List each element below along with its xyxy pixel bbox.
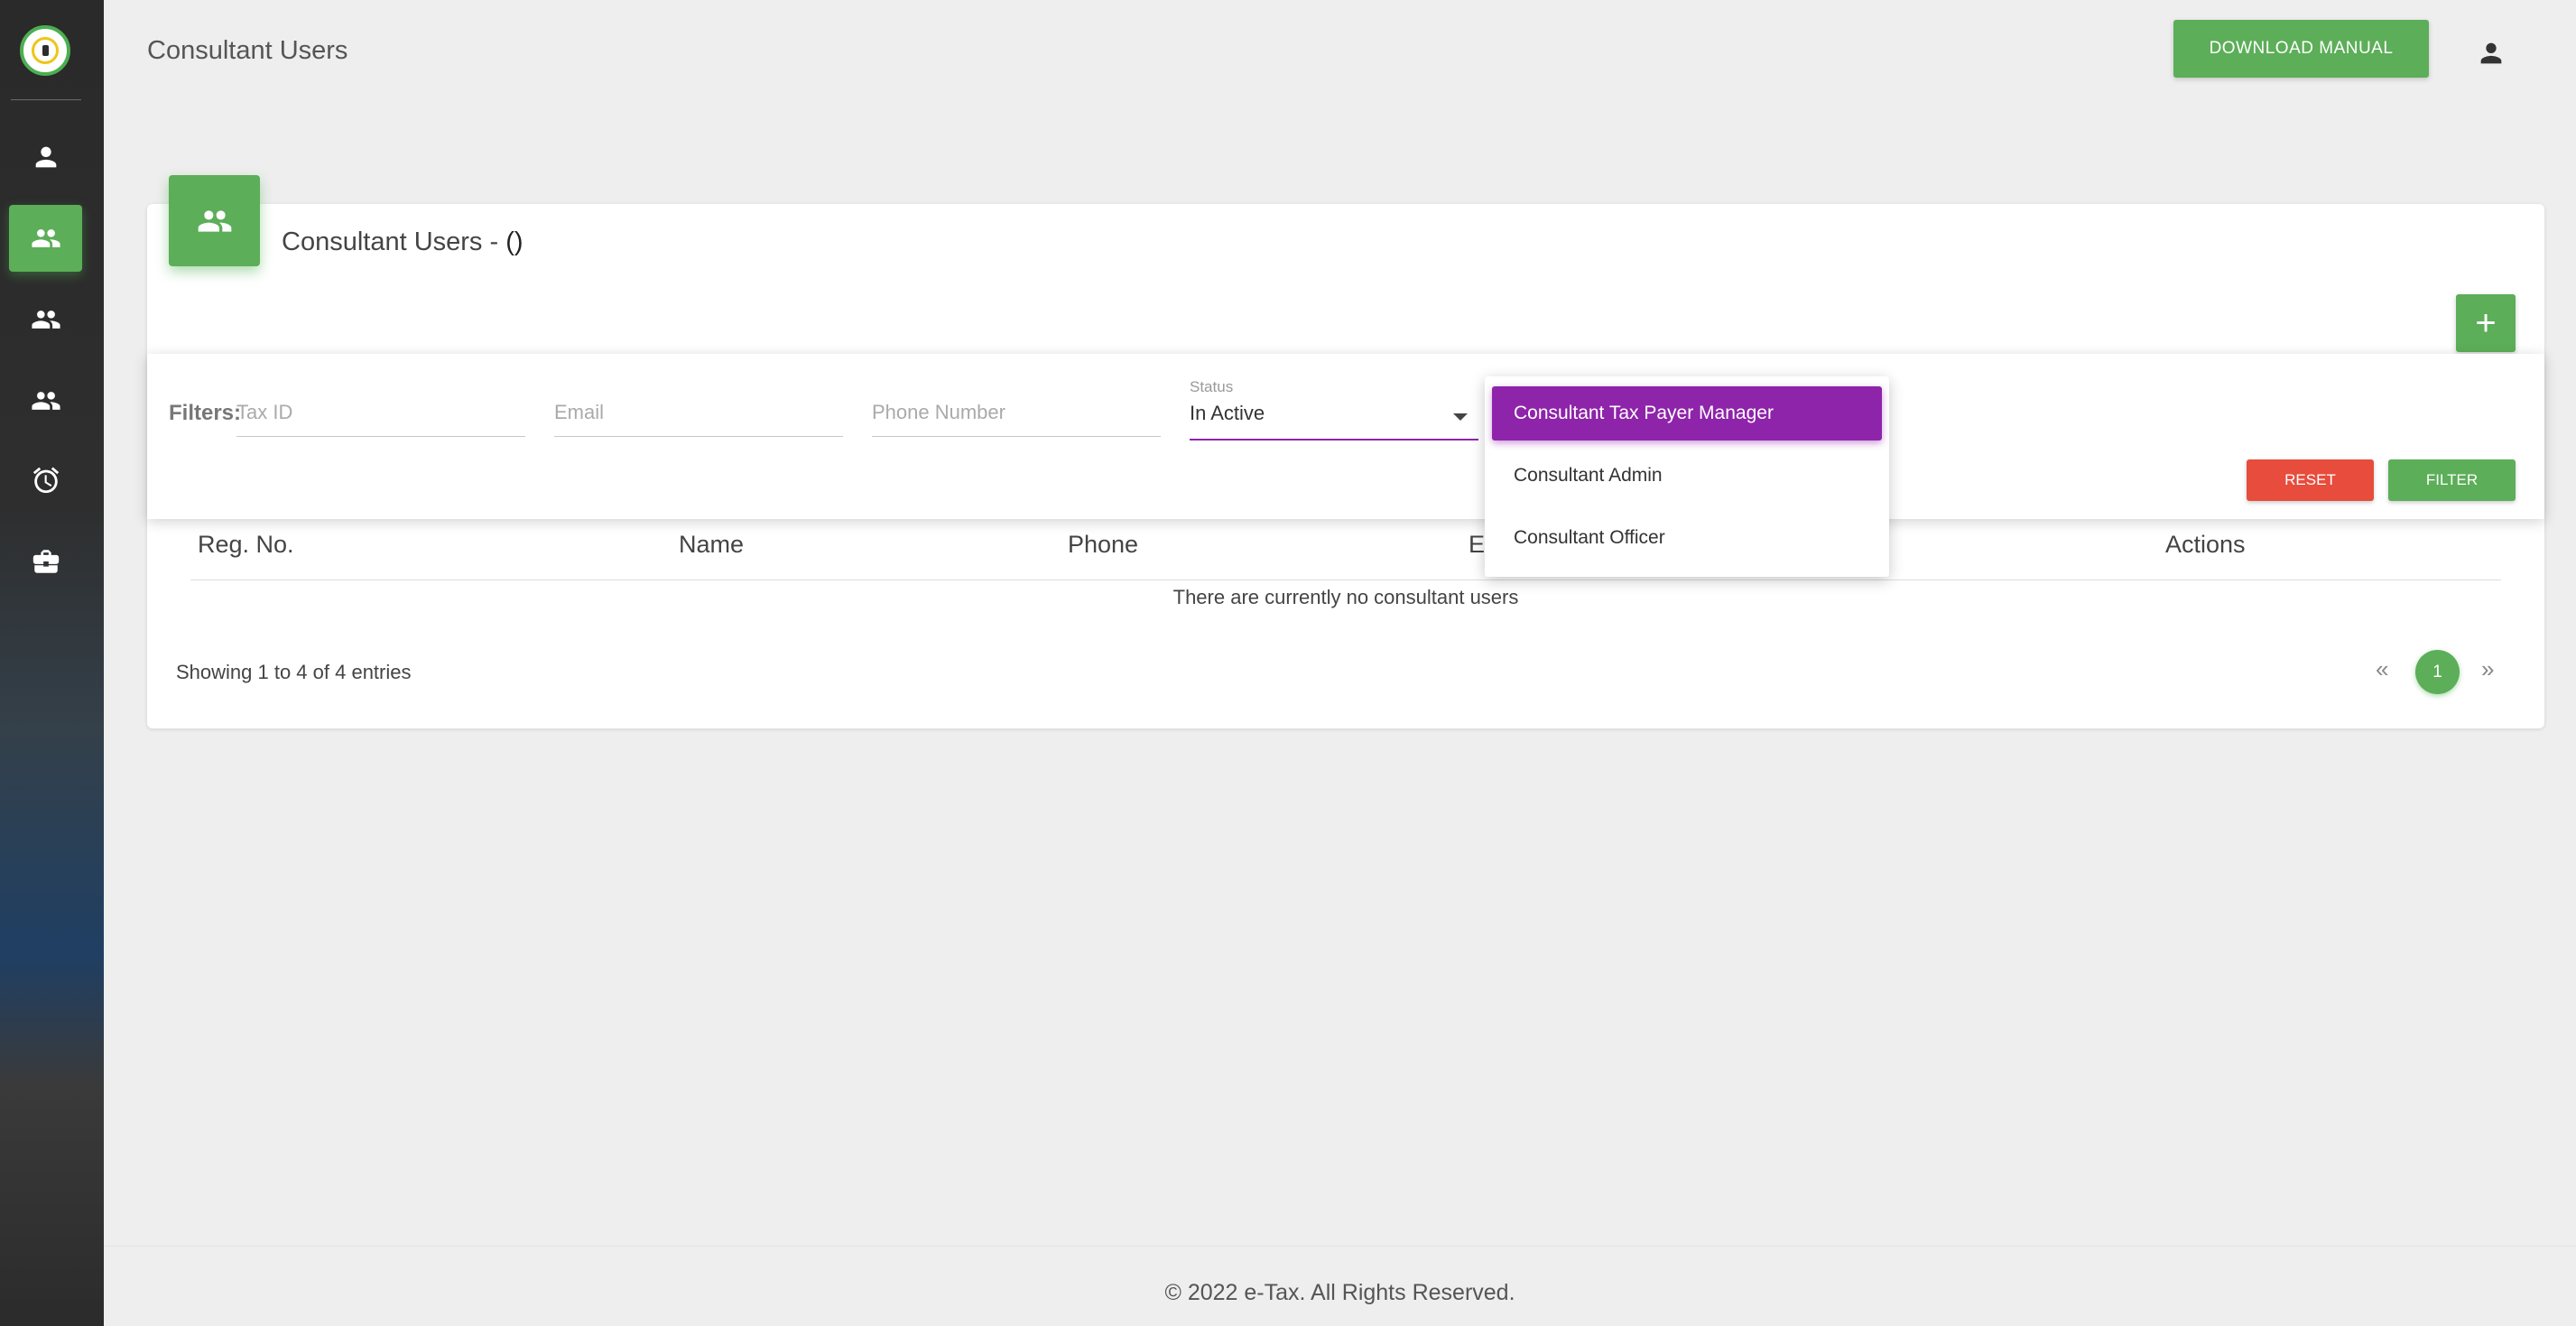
people-icon [31, 392, 60, 410]
dropdown-option-consultant-admin[interactable]: Consultant Admin [1492, 449, 1882, 503]
people-icon [198, 209, 231, 232]
chevron-down-icon[interactable] [1453, 413, 1468, 421]
filter-button[interactable]: FILTER [2388, 459, 2516, 501]
column-header-actions: Actions [2165, 531, 2246, 558]
footer-copyright: © 2022 e-Tax. All Rights Reserved. [1164, 1280, 1515, 1305]
card-header-icon [169, 175, 260, 266]
alarm-icon [32, 467, 59, 494]
app-logo[interactable] [20, 25, 70, 76]
column-header-phone[interactable]: Phone [1068, 531, 1138, 559]
dropdown-option-consultant-officer[interactable]: Consultant Officer [1492, 511, 1882, 565]
phone-number-input[interactable]: Phone Number [872, 397, 1161, 437]
pagination-next[interactable]: » [2481, 655, 2494, 683]
column-header-reg-no[interactable]: Reg. No. [198, 531, 294, 559]
pagination-page-current[interactable]: 1 [2415, 650, 2460, 694]
add-consultant-button[interactable]: + [2456, 294, 2516, 352]
card-title-count: () [505, 227, 524, 256]
sidebar [0, 0, 104, 1326]
footer-divider [104, 1246, 2576, 1247]
sidebar-item-alarm[interactable] [9, 447, 82, 514]
sidebar-item-briefcase[interactable] [9, 528, 82, 595]
sidebar-item-users-2[interactable] [9, 286, 82, 353]
tax-id-input[interactable]: Tax ID [236, 397, 525, 437]
column-header-email[interactable]: E [1469, 531, 1485, 559]
filters-label: Filters: [169, 401, 242, 425]
empty-table-message: There are currently no consultant users [1172, 586, 1519, 608]
sidebar-item-profile[interactable] [9, 124, 82, 190]
status-label: Status [1190, 378, 1234, 395]
person-icon [35, 146, 56, 168]
status-select[interactable]: In Active [1190, 397, 1478, 440]
briefcase-icon [32, 550, 59, 573]
card-title-text: Consultant Users - [282, 227, 506, 256]
sidebar-item-users-3[interactable] [9, 367, 82, 434]
page-title: Consultant Users [147, 36, 348, 65]
sidebar-divider [11, 99, 81, 100]
download-manual-button[interactable]: DOWNLOAD MANUAL [2173, 20, 2429, 78]
people-icon [31, 311, 60, 329]
email-input[interactable]: Email [554, 397, 843, 437]
card-title: Consultant Users - () [282, 227, 524, 257]
people-icon [31, 229, 60, 247]
account-icon[interactable] [2476, 38, 2507, 69]
sidebar-item-consultant-users[interactable] [9, 205, 82, 272]
role-dropdown-menu: Consultant Tax Payer Manager Consultant … [1485, 376, 1889, 577]
reset-button[interactable]: RESET [2247, 459, 2374, 501]
plus-icon: + [2475, 303, 2497, 343]
column-header-name[interactable]: Name [679, 531, 744, 559]
entries-summary: Showing 1 to 4 of 4 entries [176, 661, 412, 683]
dropdown-option-tax-payer-manager[interactable]: Consultant Tax Payer Manager [1492, 386, 1882, 440]
pagination-prev[interactable]: « [2376, 655, 2388, 683]
